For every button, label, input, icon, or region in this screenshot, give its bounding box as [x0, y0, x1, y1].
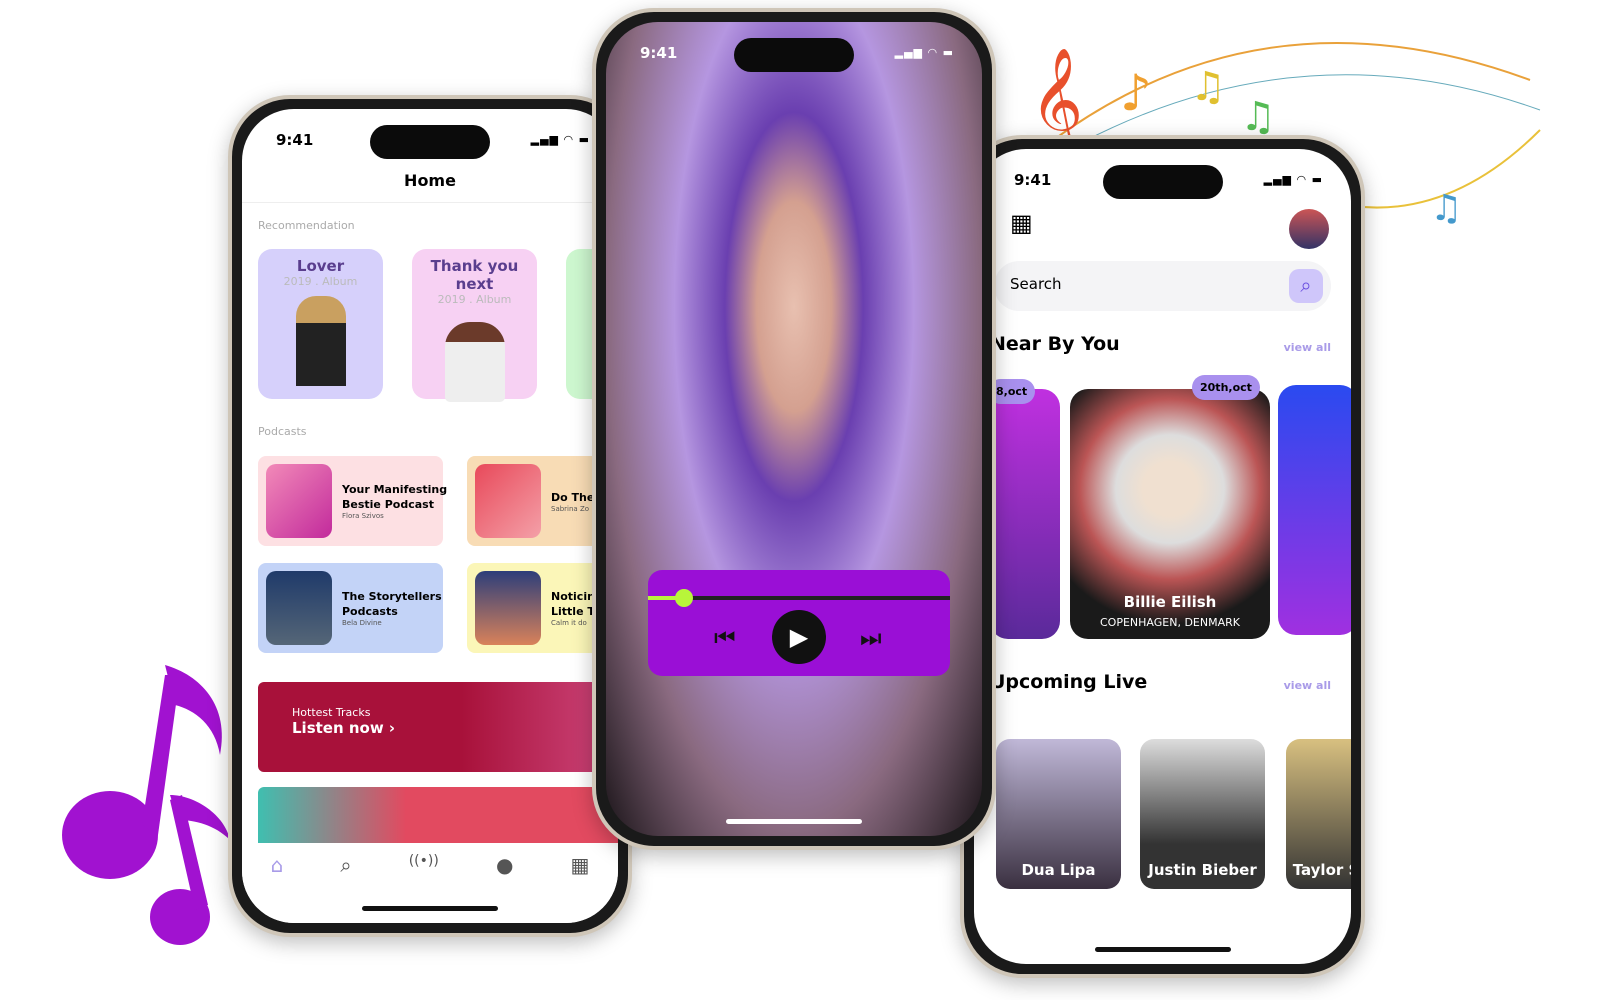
calendar-icon[interactable]: ▦: [571, 853, 590, 923]
status-time: 9:41: [276, 131, 314, 149]
view-all-link[interactable]: view all: [1284, 341, 1331, 354]
search-icon[interactable]: ⌕: [340, 853, 351, 923]
home-phone: 9:41 ▂▄▆ ◠ ▬ Home Recommendation Lover 20…: [228, 95, 632, 937]
concert-card[interactable]: Billie Eilish COPENHAGEN, DENMARK: [1070, 389, 1270, 639]
album-card[interactable]: Thank you next 2019 . Album: [412, 249, 537, 402]
music-note-icon: [62, 665, 230, 945]
status-time: 9:41: [640, 44, 678, 62]
view-all-link[interactable]: view all: [1284, 679, 1331, 692]
svg-text:♪: ♪: [1120, 64, 1152, 122]
artist-card[interactable]: Justin Bieber: [1140, 739, 1265, 889]
status-icons: ▂▄▆ ◠ ▬: [1263, 173, 1323, 186]
section-title: Upcoming Live: [990, 671, 1148, 693]
play-button[interactable]: ▶: [772, 610, 826, 664]
artist-card[interactable]: Taylor S: [1286, 739, 1351, 889]
status-icons: ▂▄▆ ◠ ▬: [894, 46, 954, 59]
page-title: Home: [404, 171, 456, 190]
progress-handle[interactable]: [675, 589, 694, 607]
concert-card[interactable]: [1278, 385, 1351, 635]
avatar[interactable]: [1289, 209, 1329, 249]
section-label: Podcasts: [258, 425, 307, 438]
podcast-card[interactable]: The Storytellers Podcasts Bela Divine: [258, 563, 443, 653]
section-title: Near By You: [990, 333, 1120, 355]
status-icons: ▂▄▆ ◠ ▬: [530, 133, 590, 146]
date-badge: 20th,oct: [1192, 375, 1260, 400]
search-input[interactable]: Search ⌕: [994, 261, 1331, 311]
concert-card[interactable]: [990, 389, 1060, 639]
discover-phone: 9:41 ▂▄▆ ◠ ▬ ▦ Search ⌕ Near By You view …: [960, 135, 1365, 978]
next-icon[interactable]: ⏭: [860, 624, 882, 652]
profile-icon[interactable]: ●: [496, 853, 513, 923]
previous-icon[interactable]: ⏮: [714, 624, 736, 652]
menu-grid-icon[interactable]: ▦: [1010, 209, 1033, 237]
search-icon[interactable]: ⌕: [1289, 269, 1323, 303]
album-card[interactable]: Lover 2019 . Album: [258, 249, 383, 399]
svg-text:♫: ♫: [1430, 188, 1462, 229]
podcast-card[interactable]: Your Manifesting Bestie Podcast Flora Sziv…: [258, 456, 447, 546]
status-time: 9:41: [1014, 171, 1052, 189]
listen-now-link[interactable]: Listen now ›: [292, 719, 594, 737]
player-controls: ⏮ ▶ ⏭: [648, 570, 950, 676]
player-phone: 9:41 ▂▄▆ ◠ ▬ ⏮ ▶ ⏭: [592, 8, 996, 850]
svg-text:♫: ♫: [1190, 64, 1226, 110]
artist-card[interactable]: Dua Lipa: [996, 739, 1121, 889]
broadcast-icon[interactable]: ((•)): [409, 853, 439, 923]
section-label: Recommendation: [258, 219, 355, 232]
progress-track[interactable]: [648, 596, 950, 600]
hottest-tracks-banner[interactable]: Hottest Tracks Listen now ›: [258, 682, 618, 772]
home-icon[interactable]: ⌂: [271, 853, 284, 923]
svg-text:♫: ♫: [1240, 94, 1276, 140]
